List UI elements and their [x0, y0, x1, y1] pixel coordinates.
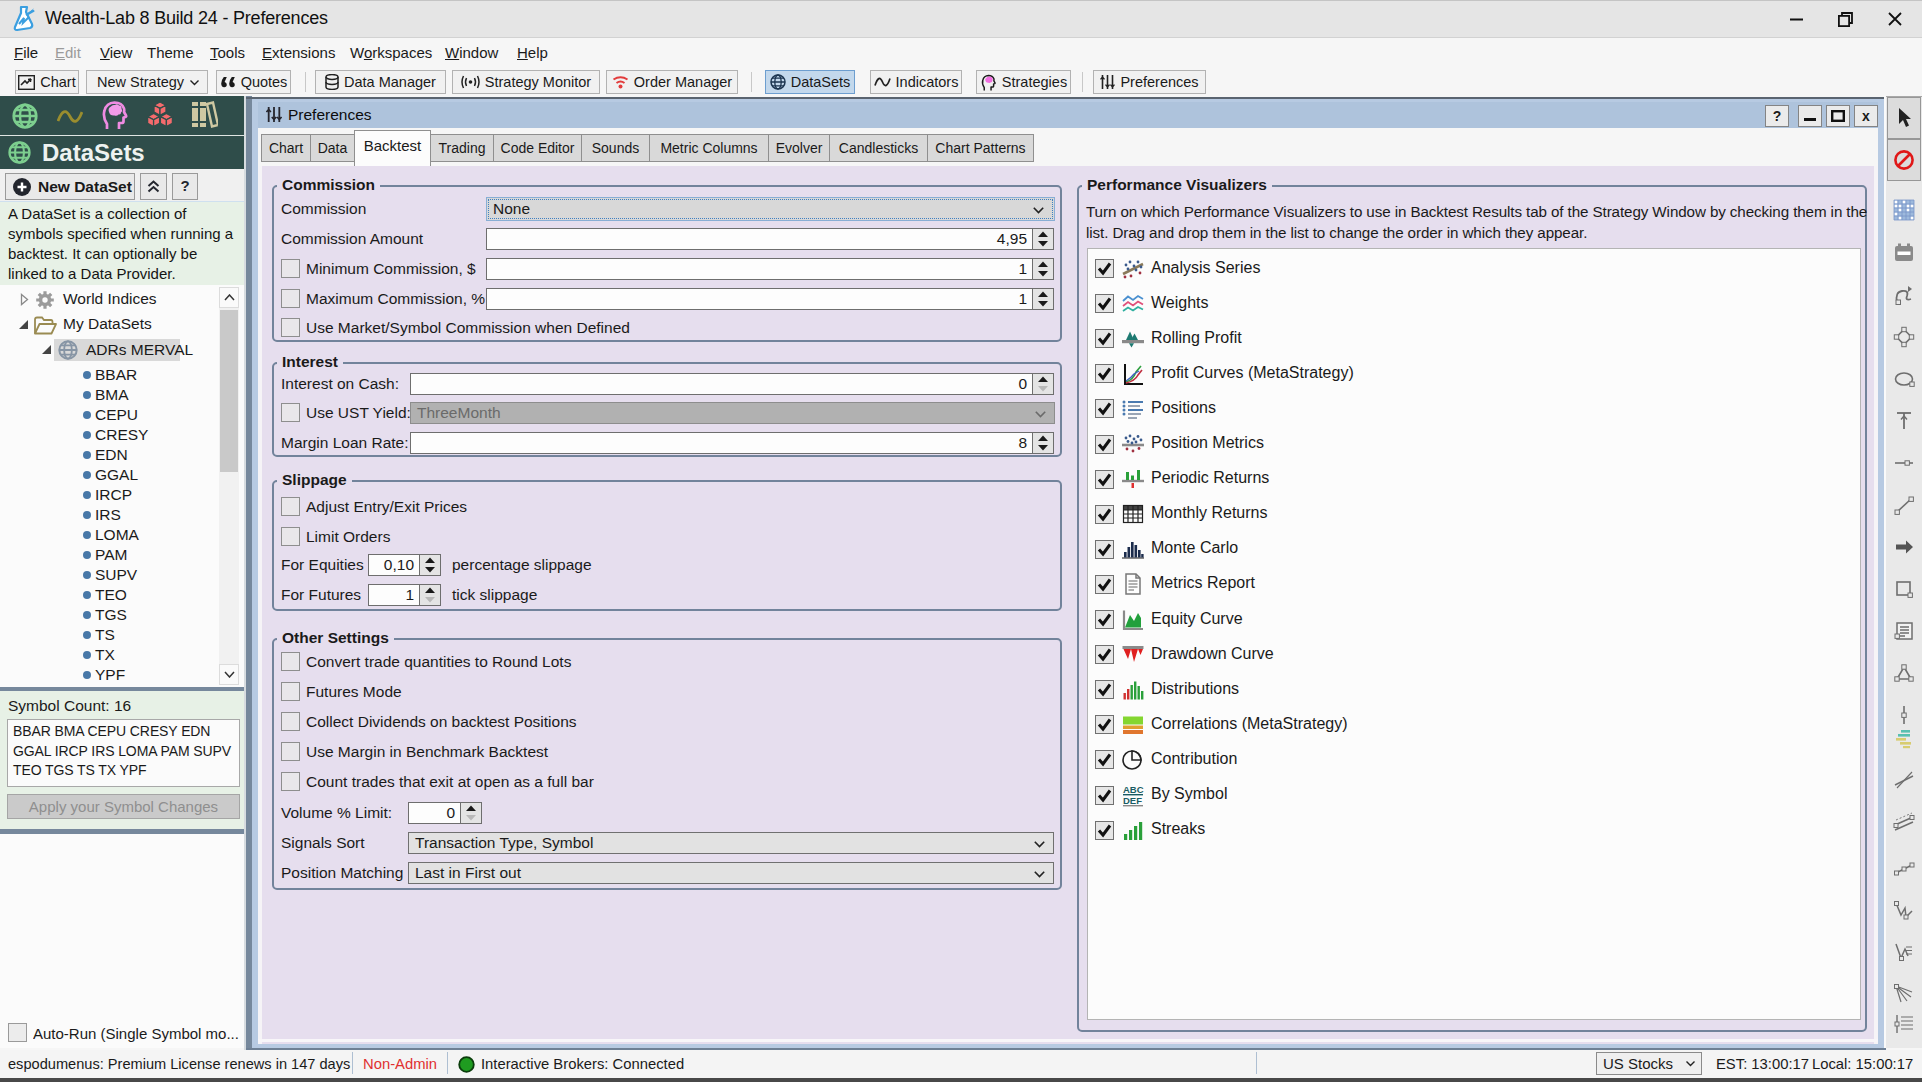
- svg-text:ABC: ABC: [1123, 784, 1144, 795]
- svg-text:DEF: DEF: [1123, 795, 1142, 806]
